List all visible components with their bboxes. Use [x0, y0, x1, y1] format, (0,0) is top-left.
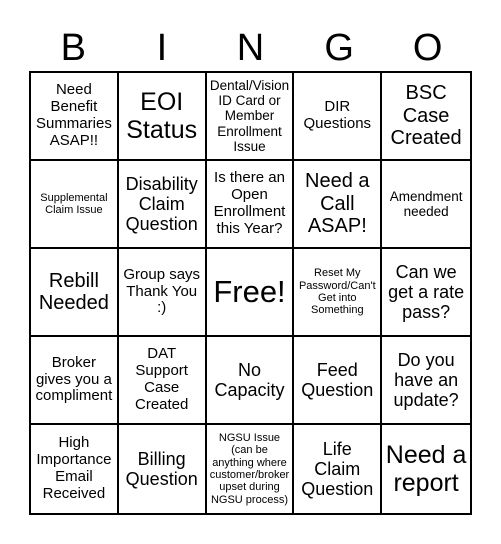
- cell-text: No Capacity: [214, 359, 285, 400]
- header-letter-g: G: [324, 27, 354, 69]
- bingo-cell[interactable]: Amendment needed: [382, 161, 470, 249]
- cell-text: Group says Thank You :): [123, 265, 201, 317]
- cell-text: Need a report: [385, 441, 467, 497]
- bingo-cell[interactable]: Need a Call ASAP!: [294, 161, 383, 249]
- bingo-cell[interactable]: Do you have an update?: [382, 337, 470, 425]
- cell-text: Life Claim Question: [301, 438, 374, 500]
- bingo-cell[interactable]: DIR Questions: [294, 73, 383, 161]
- cell-text: Do you have an update?: [393, 349, 459, 411]
- bingo-cell[interactable]: Broker gives you a compliment: [31, 337, 119, 425]
- cell-text: DAT Support Case Created: [135, 345, 189, 413]
- bingo-cell[interactable]: Life Claim Question: [294, 425, 383, 513]
- bingo-cell[interactable]: Can we get a rate pass?: [382, 249, 470, 337]
- cell-text: Can we get a rate pass?: [388, 261, 465, 323]
- cell-text: Broker gives you a compliment: [35, 353, 113, 405]
- free-space-cell[interactable]: Free!: [206, 249, 295, 337]
- bingo-cell[interactable]: Rebill Needed: [31, 249, 119, 337]
- cell-text: DIR Questions: [303, 98, 372, 132]
- bingo-cell[interactable]: Disability Claim Question: [118, 161, 207, 249]
- bingo-cell[interactable]: Reset My Password/Can't Get into Somethi…: [294, 249, 383, 337]
- cell-text: EOI Status: [126, 88, 198, 144]
- cell-text: Need a Call ASAP!: [305, 170, 370, 238]
- cell-text: Reset My Password/Can't Get into Somethi…: [298, 267, 376, 317]
- cell-text: Feed Question: [301, 359, 374, 400]
- cell-text: Disability Claim Question: [125, 173, 198, 235]
- bingo-cell[interactable]: Dental/Vision ID Card or Member Enrollme…: [206, 73, 295, 161]
- cell-text: NGSU Issue (can be anything where custom…: [209, 432, 290, 506]
- header-letter-b: B: [60, 27, 86, 69]
- bingo-cell[interactable]: Is there an Open Enrollment this Year?: [206, 161, 295, 249]
- cell-text: Amendment needed: [389, 188, 463, 219]
- cell-text: Free!: [213, 273, 286, 309]
- bingo-cell[interactable]: Billing Question: [119, 425, 207, 513]
- bingo-cell[interactable]: High Importance Email Received: [31, 425, 119, 513]
- cell-text: Supplemental Claim Issue: [40, 191, 108, 216]
- header-letter-n: N: [236, 27, 265, 69]
- bingo-cell[interactable]: Feed Question: [294, 337, 383, 425]
- cell-text: BSC Case Created: [390, 82, 462, 150]
- header-letter-o: O: [412, 27, 443, 69]
- bingo-cell[interactable]: Need a report: [382, 425, 470, 513]
- cell-text: Is there an Open Enrollment this Year?: [213, 169, 286, 237]
- bingo-cell[interactable]: Group says Thank You :): [118, 249, 207, 337]
- bingo-cell[interactable]: Need Benefit Summaries ASAP!!: [31, 73, 119, 161]
- bingo-cell[interactable]: DAT Support Case Created: [118, 337, 207, 425]
- cell-text: Need Benefit Summaries ASAP!!: [35, 81, 112, 149]
- bingo-cell[interactable]: No Capacity: [206, 337, 295, 425]
- header-letter-i: I: [156, 27, 168, 69]
- bingo-cell[interactable]: EOI Status: [118, 73, 207, 161]
- bingo-header: B I N G O: [29, 26, 472, 70]
- bingo-cell[interactable]: BSC Case Created: [382, 73, 470, 161]
- cell-text: High Importance Email Received: [36, 434, 112, 502]
- bingo-board: Need Benefit Summaries ASAP!! EOI Status…: [29, 71, 472, 515]
- cell-text: Rebill Needed: [38, 269, 109, 314]
- cell-text: Dental/Vision ID Card or Member Enrollme…: [209, 78, 290, 154]
- bingo-cell[interactable]: Supplemental Claim Issue: [31, 161, 119, 249]
- cell-text: Billing Question: [125, 448, 198, 489]
- bingo-cell[interactable]: NGSU Issue (can be anything where custom…: [207, 425, 295, 513]
